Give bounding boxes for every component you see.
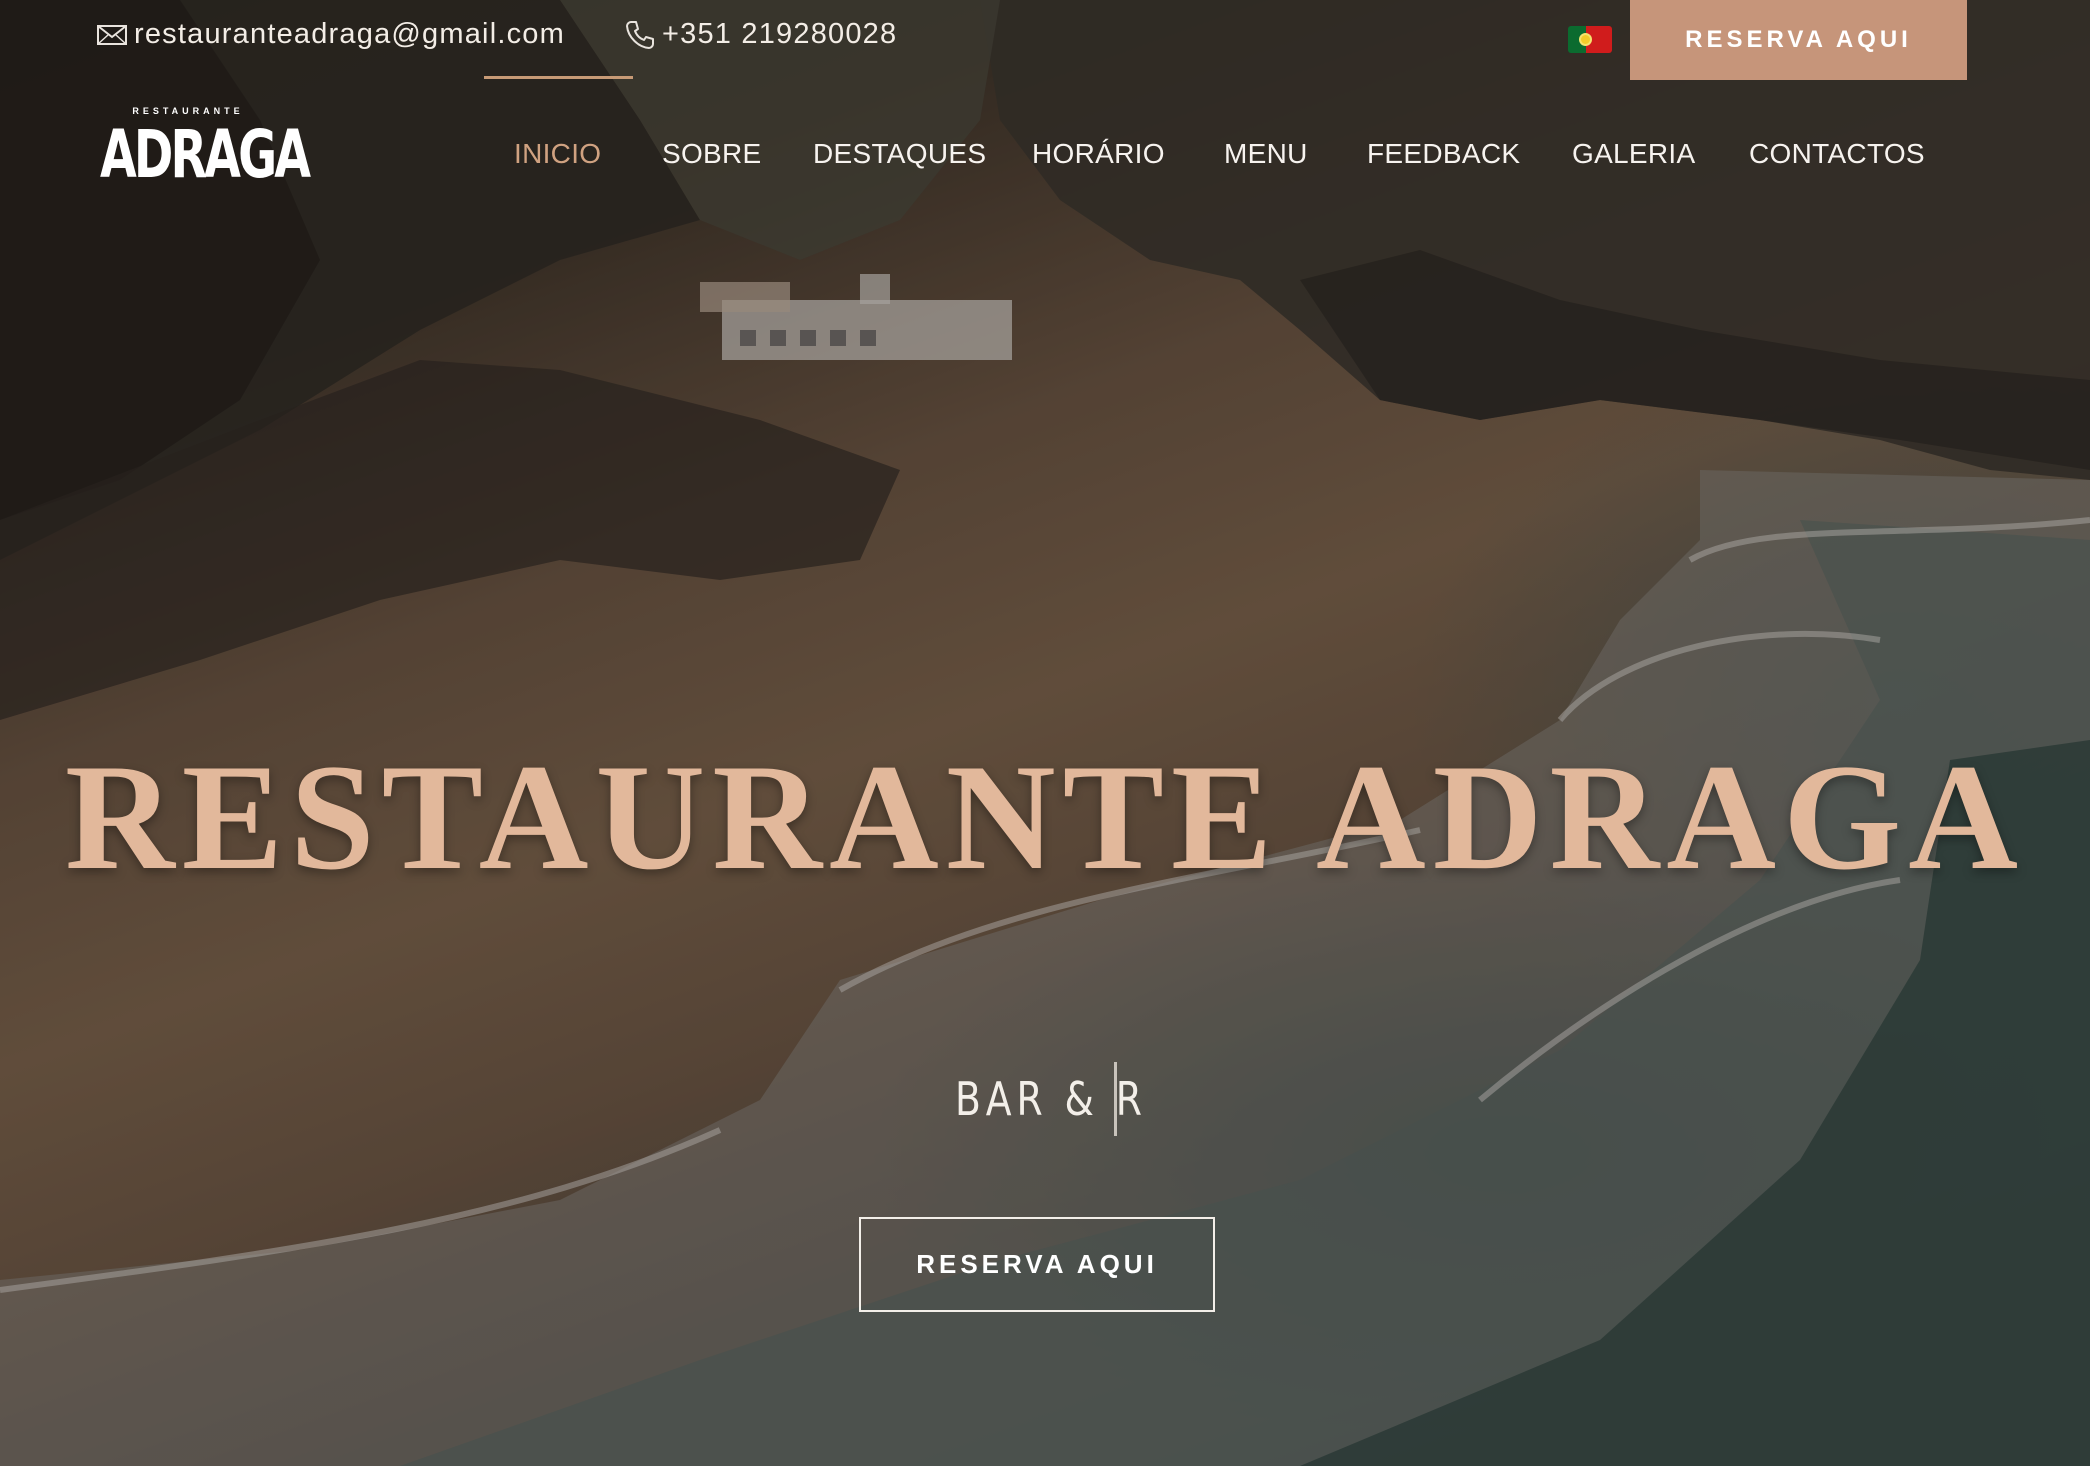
nav-item-sobre[interactable]: SOBRE	[662, 138, 762, 170]
typing-cursor	[1114, 1062, 1117, 1136]
phone-text[interactable]: +351 219280028	[662, 18, 897, 51]
nav-item-menu[interactable]: MENU	[1224, 138, 1308, 170]
hero-title: RESTAURANTE ADRAGA	[64, 733, 2026, 901]
nav-item-destaques[interactable]: DESTAQUES	[813, 138, 986, 170]
reserve-top-button[interactable]: RESERVA AQUI	[1630, 0, 1967, 80]
logo-big-text: ADRAGA	[100, 116, 311, 193]
top-bar: restauranteadraga@gmail.com +351 2192800…	[0, 0, 2090, 80]
envelope-icon	[96, 23, 128, 47]
active-underline	[484, 76, 633, 79]
logo-small-text: RESTAURANTE	[132, 106, 244, 116]
typed-subtitle: BAR & R	[955, 1072, 1147, 1126]
nav-item-feedback[interactable]: FEEDBACK	[1367, 138, 1520, 170]
email-contact[interactable]: restauranteadraga@gmail.com	[96, 18, 565, 51]
phone-contact[interactable]: +351 219280028	[624, 18, 897, 51]
email-text[interactable]: restauranteadraga@gmail.com	[134, 18, 565, 51]
nav-item-galeria[interactable]: GALERIA	[1572, 138, 1695, 170]
restaurant-logo[interactable]: RESTAURANTE ADRAGA	[100, 106, 311, 194]
nav-item-inicio[interactable]: INICIO	[514, 138, 601, 170]
nav-item-horario[interactable]: HORÁRIO	[1032, 138, 1165, 170]
nav-item-contactos[interactable]: CONTACTOS	[1749, 138, 1925, 170]
reserve-hero-button[interactable]: RESERVA AQUI	[859, 1217, 1215, 1312]
phone-icon	[624, 19, 656, 51]
portugal-flag-icon[interactable]	[1568, 26, 1612, 53]
